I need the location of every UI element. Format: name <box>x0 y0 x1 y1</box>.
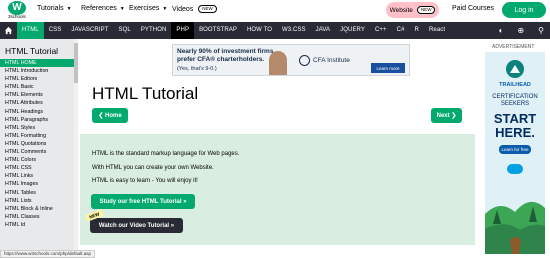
nav-item-sql[interactable]: SQL <box>114 22 136 39</box>
nav-item-w3-css[interactable]: W3.CSS <box>277 22 311 39</box>
menu-tutorials[interactable]: Tutorials ▼ <box>37 5 72 12</box>
new-badge: NEW <box>416 6 436 14</box>
menu-exercises[interactable]: Exercises ▼ <box>129 5 167 12</box>
logo-mark: W <box>8 1 26 15</box>
sidebar-item[interactable]: HTML HOME <box>0 59 74 68</box>
sidebar-item[interactable]: HTML Headings <box>0 108 74 116</box>
sidebar-item[interactable]: HTML Comments <box>0 148 74 156</box>
login-button[interactable]: Log in <box>502 2 546 18</box>
ad-learn-more-button[interactable]: Learn more <box>371 63 405 73</box>
sidebar-item[interactable]: HTML Elements <box>0 91 74 99</box>
page-title: HTML Tutorial <box>92 84 199 103</box>
sidebar-title: HTML Tutorial <box>5 46 59 56</box>
trailhead-ad[interactable]: TRAILHEAD CERTIFICATION SEEKERS START HE… <box>485 52 545 254</box>
globe-icon[interactable]: ⊕ <box>517 26 524 35</box>
salesforce-cloud-icon <box>507 164 523 174</box>
sidebar-item[interactable]: HTML Attributes <box>0 99 74 107</box>
website-button-label: Website <box>389 6 413 14</box>
sidebar-item[interactable]: HTML Images <box>0 180 74 188</box>
menu-references-label: References <box>81 5 117 12</box>
nav-item-javascript[interactable]: JAVASCRIPT <box>66 22 113 39</box>
nav-item-how-to[interactable]: HOW TO <box>242 22 277 39</box>
ad-big1: START <box>493 111 537 126</box>
new-badge: NEW <box>198 5 217 13</box>
ad-line1: CERTIFICATION <box>492 94 538 100</box>
sidebar-scrollbar[interactable] <box>74 39 78 258</box>
sidebar-item[interactable]: HTML Introduction <box>0 67 74 75</box>
nav-item-java[interactable]: JAVA <box>311 22 336 39</box>
sidebar-item[interactable]: HTML Editors <box>0 75 74 83</box>
paid-courses-link[interactable]: Paid Courses <box>452 5 494 12</box>
cfa-seal-icon <box>299 55 310 66</box>
study-tutorial-button[interactable]: Study our free HTML Tutorial » <box>91 194 195 209</box>
cfa-logo: CFA Institute <box>299 55 350 66</box>
top-bar: W 3schools Tutorials ▼ References ▼ Exer… <box>0 0 550 22</box>
sidebar-item[interactable]: HTML Classes <box>0 213 74 221</box>
nav-icons: ◐ ⊕ ⚲ <box>499 26 544 35</box>
home-icon[interactable] <box>0 22 17 39</box>
nav-item-python[interactable]: PYTHON <box>136 22 172 39</box>
nav-item-r[interactable]: R <box>410 22 424 39</box>
sidebar-item[interactable]: HTML Links <box>0 172 74 180</box>
home-button[interactable]: ❮ Home <box>92 108 128 123</box>
ad-big-text: START HERE. <box>485 112 545 140</box>
advertisement-label: ADVERTISEMENT <box>492 44 535 50</box>
menu-exercises-label: Exercises <box>129 5 160 12</box>
sidebar-item[interactable]: HTML Paragraphs <box>0 116 74 124</box>
ad-person-image <box>269 51 287 75</box>
nav-item-php[interactable]: PHP <box>171 22 195 39</box>
nav-item-css[interactable]: CSS <box>44 22 67 39</box>
nav-item-c-[interactable]: C++ <box>370 22 392 39</box>
intro-line: HTML is easy to learn - You will enjoy i… <box>92 178 198 184</box>
menu-references[interactable]: References ▼ <box>81 5 125 12</box>
nav-item-react[interactable]: React <box>424 22 450 39</box>
topic-nav: HTML CSS JAVASCRIPT SQL PYTHON PHP BOOTSTRAP HO… <box>0 22 550 39</box>
sidebar-item[interactable]: HTML Block & Inline <box>0 205 74 213</box>
sidebar-item[interactable]: HTML Colors <box>0 156 74 164</box>
scrollbar-thumb[interactable] <box>74 43 78 83</box>
dark-mode-icon[interactable]: ◐ <box>499 26 504 35</box>
cfa-ad-banner[interactable]: Nearly 90% of investment firms prefer CF… <box>172 44 410 76</box>
sidebar-item[interactable]: HTML Id <box>0 221 74 229</box>
nav-item-html[interactable]: HTML <box>17 22 44 39</box>
nav-item-jquery[interactable]: JQUERY <box>335 22 370 39</box>
search-icon[interactable]: ⚲ <box>538 26 544 35</box>
ad-big2: HERE. <box>495 125 535 140</box>
ad-subline: (Yes, that's 9-0.) <box>177 66 217 72</box>
trailhead-logo-icon <box>506 60 524 78</box>
caret-down-icon: ▼ <box>162 5 168 12</box>
menu-videos[interactable]: Videos NEW <box>172 5 217 13</box>
nav-item-c-[interactable]: C# <box>392 22 410 39</box>
next-button[interactable]: Next ❯ <box>431 108 462 123</box>
intro-line: HTML is the standard markup language for… <box>92 151 240 157</box>
caret-down-icon: ▼ <box>119 5 125 12</box>
status-bar-url: https://www.w3schools.com/php/default.as… <box>0 250 96 258</box>
ad-line: CERTIFICATION SEEKERS <box>485 94 545 108</box>
trailhead-brand: TRAILHEAD <box>499 82 531 88</box>
sidebar-item[interactable]: HTML Tables <box>0 189 74 197</box>
sidebar-item[interactable]: HTML Lists <box>0 197 74 205</box>
page: W 3schools Tutorials ▼ References ▼ Exer… <box>0 0 550 258</box>
website-button[interactable]: Website NEW <box>386 2 439 18</box>
sidebar-item[interactable]: HTML CSS <box>0 164 74 172</box>
w3schools-logo[interactable]: W 3schools <box>8 1 28 21</box>
nav-item-bootstrap[interactable]: BOOTSTRAP <box>194 22 242 39</box>
ad-landscape-illustration <box>485 201 545 254</box>
caret-down-icon: ▼ <box>66 5 72 12</box>
sidebar-item[interactable]: HTML Styles <box>0 124 74 132</box>
intro-line: With HTML you can create your own Websit… <box>92 165 214 171</box>
sidebar-item[interactable]: HTML Quotations <box>0 140 74 148</box>
video-tutorial-button[interactable]: Watch our Video Tutorial » <box>90 218 183 233</box>
menu-videos-label: Videos <box>172 5 194 13</box>
ad-line2: SEEKERS <box>500 101 530 107</box>
learn-for-free-button[interactable]: Learn for free <box>499 145 531 154</box>
sidebar: HTML Tutorial HTML HOME HTML Introduction… <box>0 39 74 258</box>
sidebar-item[interactable]: HTML Basic <box>0 83 74 91</box>
sidebar-item[interactable]: HTML Formatting <box>0 132 74 140</box>
logo-subtext: 3schools <box>8 14 26 19</box>
cfa-brand: CFA Institute <box>313 57 350 64</box>
menu-tutorials-label: Tutorials <box>37 5 64 12</box>
